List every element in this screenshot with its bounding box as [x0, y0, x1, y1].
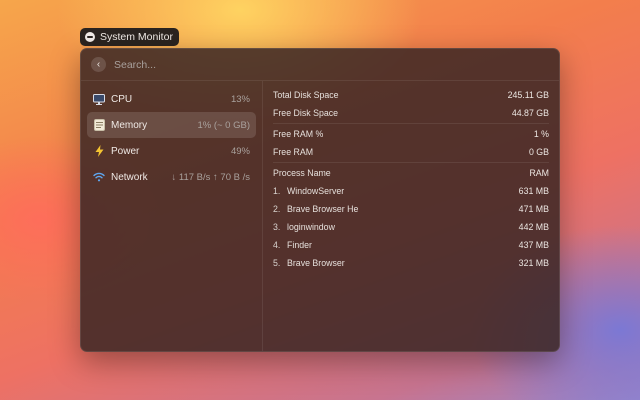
process-name: Brave Browser He: [287, 204, 359, 214]
process-index: 5.: [273, 258, 281, 268]
sidebar-item-memory[interactable]: Memory 1% (~ 0 GB): [87, 112, 256, 138]
process-table-header: Process Name RAM: [273, 164, 549, 182]
process-row: 4. Finder 437 MB: [273, 236, 549, 254]
sidebar-item-value: 1% (~ 0 GB): [197, 119, 250, 131]
process-name: WindowServer: [287, 186, 345, 196]
detail-row-free-ram-percent: Free RAM % 1 %: [273, 125, 549, 143]
sidebar-item-label: Power: [111, 145, 140, 157]
search-bar: ‹: [81, 49, 559, 81]
process-row: 1. WindowServer 631 MB: [273, 182, 549, 200]
process-index: 2.: [273, 204, 281, 214]
sidebar-item-value: 49%: [230, 145, 250, 157]
sidebar: CPU 13% Memory 1% (~ 0 GB) Power 49% Net…: [81, 81, 263, 351]
process-ram-header: RAM: [529, 168, 549, 178]
detail-value: 0 GB: [528, 147, 549, 157]
process-index: 4.: [273, 240, 281, 250]
process-name: Finder: [287, 240, 312, 250]
process-name: loginwindow: [287, 222, 335, 232]
detail-panel: Total Disk Space 245.11 GB Free Disk Spa…: [263, 81, 559, 351]
detail-row-free-ram: Free RAM 0 GB: [273, 143, 549, 161]
divider: [273, 162, 549, 163]
bolt-icon: [93, 145, 105, 157]
chevron-left-icon: ‹: [96, 58, 101, 70]
process-name-header: Process Name: [273, 168, 331, 178]
process-ram: 437 MB: [518, 240, 549, 250]
system-monitor-window: ‹ CPU 13% Memory 1% (~ 0 GB): [80, 48, 560, 352]
detail-label: Free RAM: [273, 147, 314, 157]
process-ram: 471 MB: [518, 204, 549, 214]
sidebar-item-label: Memory: [111, 119, 148, 131]
process-index: 3.: [273, 222, 281, 232]
detail-value: 245.11 GB: [507, 90, 549, 100]
sidebar-item-label: Network: [111, 171, 148, 183]
memory-icon: [93, 119, 105, 131]
sidebar-item-value: ↓ 117 B/s ↑ 70 B /s: [171, 171, 250, 183]
detail-label: Free Disk Space: [273, 108, 339, 118]
app-title: System Monitor: [100, 31, 173, 43]
sidebar-item-network[interactable]: Network ↓ 117 B/s ↑ 70 B /s: [87, 164, 256, 190]
process-row: 3. loginwindow 442 MB: [273, 218, 549, 236]
search-input[interactable]: [114, 58, 549, 71]
process-ram: 442 MB: [518, 222, 549, 232]
detail-row-free-disk: Free Disk Space 44.87 GB: [273, 104, 549, 122]
sidebar-item-value: 13%: [230, 93, 250, 105]
process-ram: 321 MB: [518, 258, 549, 268]
system-monitor-icon: [85, 32, 95, 42]
detail-value: 44.87 GB: [511, 108, 549, 118]
process-index: 1.: [273, 186, 281, 196]
process-row: 5. Brave Browser 321 MB: [273, 254, 549, 272]
sidebar-item-label: CPU: [111, 93, 133, 105]
monitor-icon: [93, 93, 105, 105]
detail-value: 1 %: [533, 129, 549, 139]
process-name: Brave Browser: [287, 258, 345, 268]
detail-label: Free RAM %: [273, 129, 324, 139]
app-title-tag: System Monitor: [80, 28, 179, 46]
detail-label: Total Disk Space: [273, 90, 339, 100]
detail-row-total-disk: Total Disk Space 245.11 GB: [273, 86, 549, 104]
wifi-icon: [93, 171, 105, 183]
process-ram: 631 MB: [518, 186, 549, 196]
sidebar-item-cpu[interactable]: CPU 13%: [87, 86, 256, 112]
process-row: 2. Brave Browser He 471 MB: [273, 200, 549, 218]
sidebar-item-power[interactable]: Power 49%: [87, 138, 256, 164]
divider: [273, 123, 549, 124]
back-button[interactable]: ‹: [91, 57, 106, 72]
